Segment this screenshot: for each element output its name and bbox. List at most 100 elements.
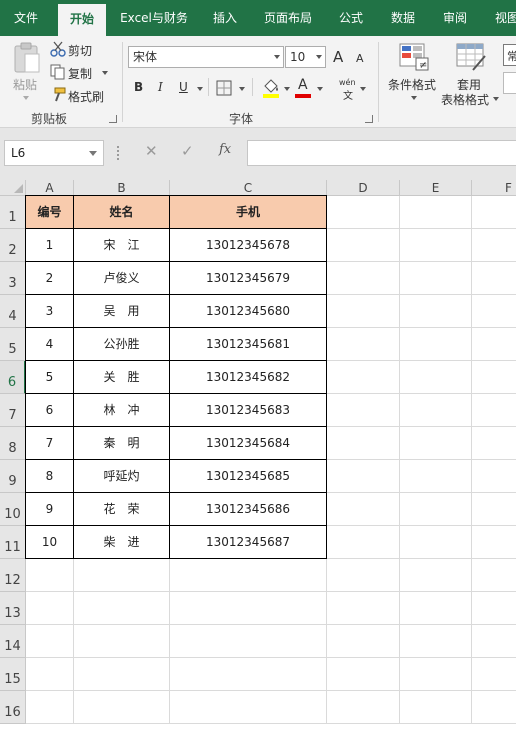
row-header-15[interactable]: 15: [0, 658, 26, 691]
format-painter-button[interactable]: 格式刷: [68, 88, 104, 105]
cell[interactable]: [472, 526, 516, 559]
cell[interactable]: [74, 625, 170, 658]
tab-insert[interactable]: 插入: [202, 0, 248, 36]
table-cell[interactable]: 关 胜: [74, 361, 170, 394]
cell[interactable]: [400, 691, 472, 724]
cell[interactable]: [327, 427, 400, 460]
cell[interactable]: [400, 592, 472, 625]
table-format-button[interactable]: 表格格式: [441, 91, 489, 108]
row-header-7[interactable]: 7: [0, 394, 26, 427]
table-cell[interactable]: 吴 用: [74, 295, 170, 328]
column-header-b[interactable]: B: [74, 180, 170, 196]
cell[interactable]: [170, 691, 327, 724]
table-cell[interactable]: 8: [25, 460, 74, 493]
font-launcher-icon[interactable]: [365, 115, 373, 123]
table-cell[interactable]: 13012345687: [170, 526, 327, 559]
font-color-button[interactable]: A: [298, 77, 308, 93]
font-size-combo[interactable]: 10: [285, 46, 326, 68]
cell[interactable]: [74, 691, 170, 724]
cell[interactable]: [400, 493, 472, 526]
cell[interactable]: [327, 196, 400, 229]
row-header-8[interactable]: 8: [0, 427, 26, 460]
row-header-9[interactable]: 9: [0, 460, 26, 493]
cell[interactable]: [170, 625, 327, 658]
cell[interactable]: [472, 691, 516, 724]
border-icon[interactable]: [216, 80, 232, 96]
cell-styles-button-2[interactable]: [503, 72, 516, 94]
cell[interactable]: [400, 295, 472, 328]
phonetic-button[interactable]: 文: [343, 87, 353, 102]
table-cell[interactable]: 13012345678: [170, 229, 327, 262]
tab-review[interactable]: 审阅: [432, 0, 478, 36]
underline-dropdown-icon[interactable]: [197, 87, 203, 91]
cell[interactable]: [327, 526, 400, 559]
table-cell[interactable]: 13012345685: [170, 460, 327, 493]
table-header-cell[interactable]: 姓名: [74, 195, 170, 229]
clipboard-launcher-icon[interactable]: [109, 115, 117, 123]
cell[interactable]: [26, 559, 74, 592]
table-cell[interactable]: 卢俊义: [74, 262, 170, 295]
paste-dropdown-icon[interactable]: [23, 96, 29, 100]
cell[interactable]: [472, 658, 516, 691]
fill-color-dropdown-icon[interactable]: [284, 87, 290, 91]
row-header-6[interactable]: 6: [0, 361, 26, 394]
table-cell[interactable]: 呼延灼: [74, 460, 170, 493]
cell[interactable]: [472, 295, 516, 328]
select-all-corner[interactable]: [0, 180, 26, 196]
name-box[interactable]: L6: [4, 140, 104, 166]
table-cell[interactable]: 林 冲: [74, 394, 170, 427]
cell[interactable]: [327, 625, 400, 658]
cell[interactable]: [327, 493, 400, 526]
table-cell[interactable]: 6: [25, 394, 74, 427]
paste-button[interactable]: [12, 42, 42, 78]
row-header-1[interactable]: 1: [0, 196, 26, 229]
table-cell[interactable]: 柴 进: [74, 526, 170, 559]
cell[interactable]: [327, 394, 400, 427]
table-cell[interactable]: 10: [25, 526, 74, 559]
cell[interactable]: [472, 493, 516, 526]
cell[interactable]: [74, 592, 170, 625]
cell[interactable]: [472, 229, 516, 262]
cut-button[interactable]: 剪切: [68, 42, 92, 59]
drag-handle[interactable]: [117, 146, 119, 160]
cell[interactable]: [327, 328, 400, 361]
tab-page-layout[interactable]: 页面布局: [254, 0, 322, 36]
conditional-format-dropdown-icon[interactable]: [411, 96, 417, 100]
cell[interactable]: [26, 625, 74, 658]
table-cell[interactable]: 13012345681: [170, 328, 327, 361]
cell[interactable]: [472, 559, 516, 592]
tab-view[interactable]: 视图: [484, 0, 516, 36]
row-header-4[interactable]: 4: [0, 295, 26, 328]
row-header-12[interactable]: 12: [0, 559, 26, 592]
cell[interactable]: [327, 295, 400, 328]
table-cell[interactable]: 7: [25, 427, 74, 460]
cell[interactable]: [400, 361, 472, 394]
cell[interactable]: [400, 559, 472, 592]
table-cell[interactable]: 9: [25, 493, 74, 526]
font-name-combo[interactable]: 宋体: [128, 46, 284, 68]
table-cell[interactable]: 13012345680: [170, 295, 327, 328]
formula-input[interactable]: [247, 140, 516, 166]
tab-data[interactable]: 数据: [380, 0, 426, 36]
worksheet-grid[interactable]: A B C D E F 1 2 3 4 5 6 7 8 9 10 11 12 13 14 15 16 编号 姓名 手机 1 宋 江1…: [0, 180, 516, 732]
column-header-a[interactable]: A: [26, 180, 74, 196]
row-header-14[interactable]: 14: [0, 625, 26, 658]
cell[interactable]: [400, 460, 472, 493]
table-cell[interactable]: 公孙胜: [74, 328, 170, 361]
table-cell[interactable]: 1: [25, 229, 74, 262]
tab-file[interactable]: 文件: [0, 0, 52, 36]
cell[interactable]: [327, 691, 400, 724]
cell[interactable]: [472, 427, 516, 460]
bold-button[interactable]: B: [134, 80, 143, 94]
cell[interactable]: [170, 592, 327, 625]
row-header-2[interactable]: 2: [0, 229, 26, 262]
phonetic-dropdown-icon[interactable]: [360, 87, 366, 91]
cell[interactable]: [472, 460, 516, 493]
cell[interactable]: [327, 592, 400, 625]
table-cell[interactable]: 花 荣: [74, 493, 170, 526]
cell[interactable]: [400, 328, 472, 361]
table-format-dropdown-icon[interactable]: [493, 97, 499, 101]
table-cell[interactable]: 3: [25, 295, 74, 328]
enter-icon[interactable]: ✓: [181, 142, 194, 160]
fill-color-icon[interactable]: [262, 78, 280, 98]
